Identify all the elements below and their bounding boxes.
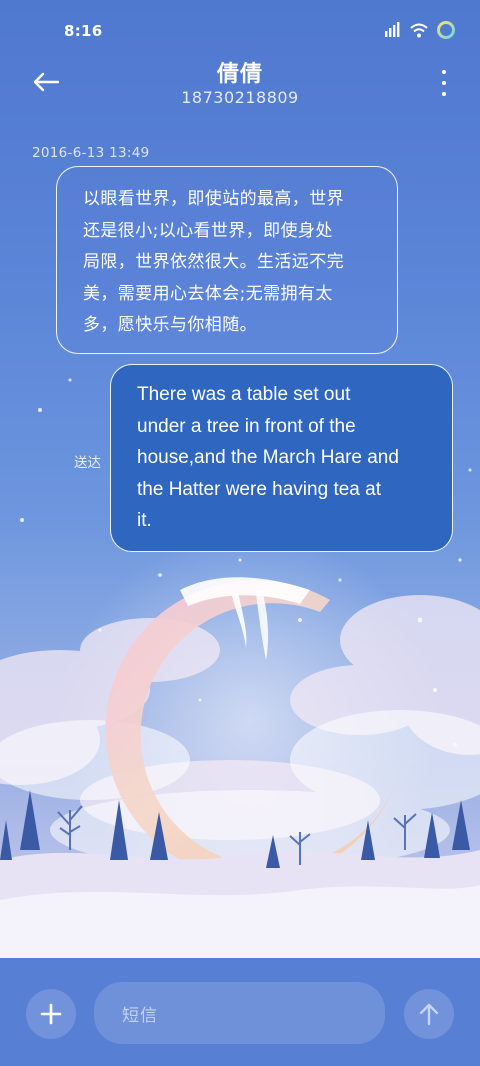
contact-number: 18730218809: [181, 88, 299, 107]
conversation-header: 倩倩 18730218809: [0, 52, 480, 116]
status-icons: [384, 20, 456, 40]
status-time: 8:16: [64, 22, 103, 40]
more-vertical-icon: [442, 81, 446, 85]
delivery-status: 送达: [74, 455, 101, 471]
signal-icon: [385, 22, 400, 37]
status-bar: 8:16: [0, 0, 480, 60]
compose-bar: 短信: [0, 958, 480, 1066]
contact-name: 倩倩: [216, 62, 263, 87]
add-attachment-button[interactable]: [26, 989, 76, 1039]
more-vertical-icon: [442, 70, 446, 74]
sms-placeholder: 短信: [122, 1005, 158, 1026]
message-text: There was a table set out under a tree i…: [137, 384, 399, 531]
send-arrow-icon: [419, 1003, 439, 1026]
incoming-message-bubble[interactable]: 以眼看世界，即使站的最高，世界 还是很小;以心看世界，即使身处 局限，世界依然很…: [56, 166, 398, 354]
outgoing-message-bubble[interactable]: There was a table set out under a tree i…: [110, 364, 453, 552]
plus-icon: [40, 1003, 62, 1025]
message-text: 以眼看世界，即使站的最高，世界 还是很小;以心看世界，即使身处 局限，世界依然很…: [83, 189, 344, 335]
battery-ring-icon: [437, 21, 455, 39]
more-options-button[interactable]: [436, 70, 452, 96]
more-vertical-icon: [442, 92, 446, 96]
message-timestamp: 2016-6-13 13:49: [32, 145, 150, 161]
send-button[interactable]: [404, 989, 454, 1039]
wifi-icon: [410, 23, 428, 37]
sms-input[interactable]: 短信: [94, 982, 385, 1044]
